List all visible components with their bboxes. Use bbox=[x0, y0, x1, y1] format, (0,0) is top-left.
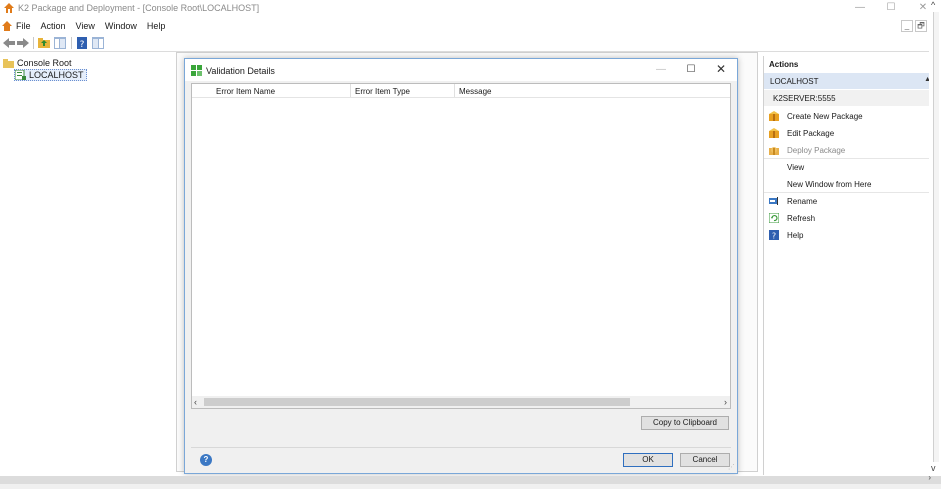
dialog-maximize-button[interactable]: ☐ bbox=[681, 63, 701, 77]
main-horizontal-scrollbar[interactable]: › bbox=[0, 473, 941, 484]
actions-header: Actions bbox=[769, 60, 799, 69]
scrollbar-thumb[interactable] bbox=[204, 398, 630, 406]
actions-group-label: LOCALHOST bbox=[770, 77, 819, 86]
window-maximize-button[interactable]: ☐ bbox=[876, 0, 906, 18]
action-new-window-from-here[interactable]: New Window from Here bbox=[764, 176, 935, 192]
column-header-error-item-name[interactable]: Error Item Name bbox=[216, 87, 275, 96]
actions-subheader: K2SERVER:5555 bbox=[764, 90, 935, 106]
up-folder-icon[interactable] bbox=[38, 37, 50, 49]
help-circle-icon[interactable]: ? bbox=[200, 454, 212, 466]
dialog-close-button[interactable]: ✕ bbox=[711, 63, 731, 77]
svg-text:?: ? bbox=[80, 40, 85, 49]
list-horizontal-scrollbar[interactable]: ‹ › bbox=[192, 396, 730, 408]
mdi-restore-button[interactable]: 🗗 bbox=[915, 20, 927, 32]
action-label: Deploy Package bbox=[787, 145, 846, 155]
copy-to-clipboard-button[interactable]: Copy to Clipboard bbox=[641, 416, 729, 430]
action-label: Help bbox=[787, 230, 804, 240]
package-icon bbox=[769, 111, 779, 121]
dialog-title: Validation Details bbox=[206, 66, 275, 76]
menu-file[interactable]: File bbox=[16, 21, 31, 31]
folder-icon bbox=[3, 58, 14, 68]
dialog-minimize-button[interactable]: — bbox=[651, 63, 671, 77]
toolbar-divider bbox=[71, 37, 72, 49]
action-refresh[interactable]: Refresh bbox=[764, 210, 935, 226]
scrollbar-thumb[interactable] bbox=[933, 12, 939, 462]
back-arrow-icon[interactable] bbox=[3, 37, 15, 49]
action-deploy-package[interactable]: Deploy Package bbox=[764, 142, 935, 158]
toolbar-divider bbox=[33, 37, 34, 49]
action-label: Rename bbox=[787, 196, 818, 206]
dialog-grid-icon bbox=[191, 65, 202, 76]
column-header-error-item-type[interactable]: Error Item Type bbox=[355, 87, 410, 96]
column-divider[interactable] bbox=[454, 84, 455, 97]
mdi-minimize-button[interactable]: _ bbox=[901, 20, 913, 32]
show-hide-tree-icon[interactable] bbox=[54, 37, 66, 49]
console-tree: Console Root LOCALHOST bbox=[0, 55, 178, 475]
validation-details-dialog: Validation Details — ☐ ✕ Error Item Name… bbox=[184, 58, 738, 474]
menu-window[interactable]: Window bbox=[105, 21, 137, 31]
refresh-icon bbox=[769, 213, 779, 223]
column-header-message[interactable]: Message bbox=[459, 87, 491, 96]
help-icon: ? bbox=[769, 230, 779, 240]
tree-child-label: LOCALHOST bbox=[29, 70, 84, 80]
action-label: New Window from Here bbox=[787, 179, 872, 189]
title-bar: K2 Package and Deployment - [Console Roo… bbox=[0, 0, 941, 18]
svg-text:?: ? bbox=[772, 232, 776, 241]
action-help[interactable]: ? Help bbox=[764, 227, 935, 243]
tree-item-console-root[interactable]: Console Root bbox=[3, 57, 72, 69]
cancel-button[interactable]: Cancel bbox=[680, 453, 730, 467]
resize-grip-icon[interactable]: ⋰ bbox=[728, 464, 736, 472]
edit-package-icon bbox=[769, 128, 779, 138]
menu-help[interactable]: Help bbox=[147, 21, 166, 31]
forward-arrow-icon[interactable] bbox=[17, 37, 29, 49]
k2-menu-icon[interactable] bbox=[2, 21, 12, 31]
action-label: Edit Package bbox=[787, 128, 835, 138]
scroll-up-arrow-icon[interactable]: ^ bbox=[931, 0, 935, 10]
tree-item-localhost[interactable]: LOCALHOST bbox=[14, 69, 87, 81]
menu-bar: File Action View Window Help _ 🗗 bbox=[0, 18, 941, 35]
actions-group-localhost[interactable]: LOCALHOST ▲ bbox=[764, 73, 935, 89]
action-create-new-package[interactable]: Create New Package bbox=[764, 108, 935, 124]
column-divider[interactable] bbox=[350, 84, 351, 97]
scroll-down-arrow-icon[interactable]: v bbox=[931, 463, 936, 473]
main-vertical-scrollbar[interactable]: ^ v bbox=[929, 0, 941, 475]
rename-icon bbox=[769, 197, 778, 205]
menu-action[interactable]: Action bbox=[41, 21, 66, 31]
action-label: Create New Package bbox=[787, 111, 863, 121]
server-node-icon bbox=[15, 70, 26, 80]
action-label: View bbox=[787, 162, 805, 172]
scroll-right-arrow-icon[interactable]: › bbox=[724, 397, 727, 407]
validation-errors-list[interactable]: Error Item Name Error Item Type Message … bbox=[191, 83, 731, 409]
status-bar bbox=[0, 484, 941, 489]
list-header: Error Item Name Error Item Type Message bbox=[192, 84, 730, 98]
k2-app-icon bbox=[4, 3, 14, 13]
window-minimize-button[interactable]: — bbox=[845, 0, 875, 18]
scroll-left-arrow-icon[interactable]: ‹ bbox=[194, 397, 197, 407]
scroll-right-arrow-icon[interactable]: › bbox=[928, 473, 931, 482]
menu-view[interactable]: View bbox=[76, 21, 95, 31]
action-edit-package[interactable]: Edit Package bbox=[764, 125, 935, 141]
action-rename[interactable]: Rename bbox=[764, 193, 935, 209]
toolbar: ? bbox=[0, 35, 941, 52]
help-book-icon[interactable]: ? bbox=[76, 37, 88, 49]
action-view[interactable]: View bbox=[764, 159, 935, 175]
deploy-package-icon bbox=[769, 147, 779, 155]
show-hide-action-pane-icon[interactable] bbox=[92, 37, 104, 49]
dialog-divider bbox=[191, 447, 731, 448]
dialog-title-bar: Validation Details — ☐ ✕ bbox=[185, 59, 737, 81]
window-title: K2 Package and Deployment - [Console Roo… bbox=[18, 3, 260, 13]
actions-pane: Actions LOCALHOST ▲ K2SERVER:5555 Create… bbox=[763, 56, 935, 475]
ok-button[interactable]: OK bbox=[623, 453, 673, 467]
action-label: Refresh bbox=[787, 213, 816, 223]
tree-root-label: Console Root bbox=[17, 58, 72, 68]
